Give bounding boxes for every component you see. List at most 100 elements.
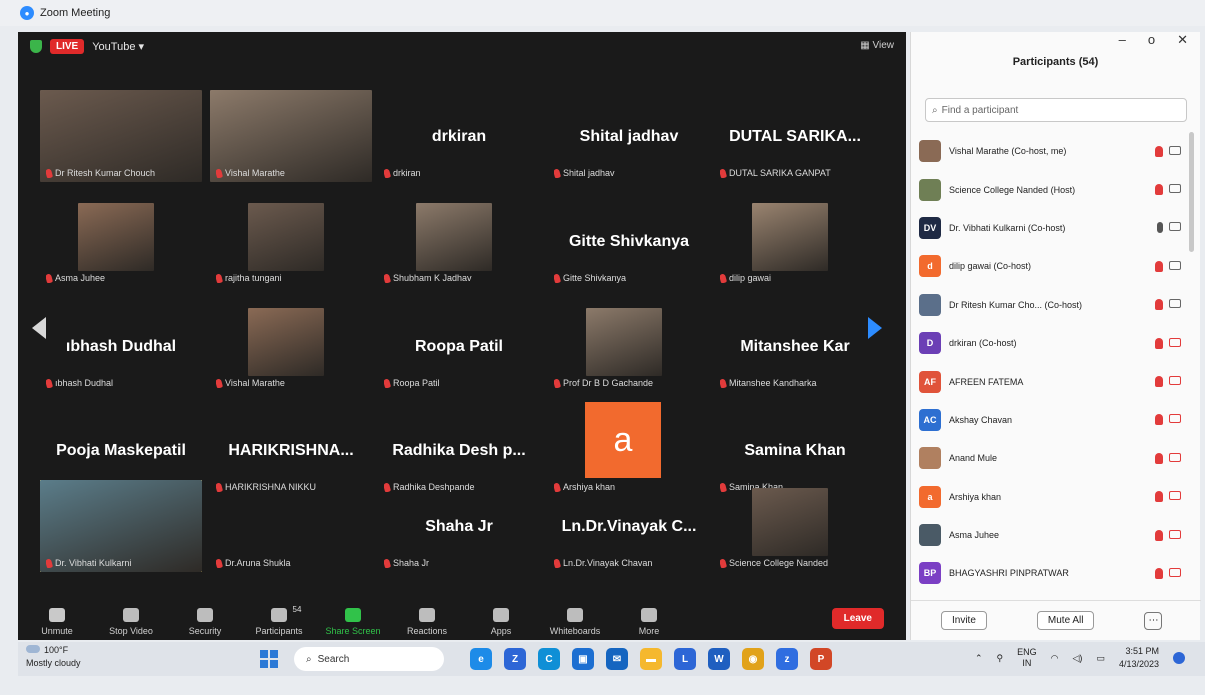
video-tile[interactable]: Science College Nanded (714, 480, 876, 572)
live-badge[interactable]: LIVE (50, 38, 85, 54)
participant-row[interactable]: Ddrkiran (Co-host) (919, 324, 1181, 362)
chrome-icon[interactable]: ◉ (742, 648, 764, 670)
participant-row[interactable]: d dilip gawai (Co-host) (919, 247, 1181, 285)
video-tile[interactable]: Dr Ritesh Kumar Chouch (40, 90, 202, 182)
participant-video (248, 308, 324, 376)
mic-off-icon (49, 608, 65, 622)
notification-icon[interactable] (1173, 652, 1185, 664)
reactions-button[interactable]: Reactions (394, 608, 460, 636)
camera-on-icon (1169, 222, 1181, 232)
participant-status-icons (1141, 414, 1181, 426)
invite-button[interactable]: Invite (941, 611, 987, 630)
video-tile[interactable]: Shubham K Jadhav (378, 195, 540, 287)
video-tile[interactable]: Gitte Shivkanya Gitte Shivkanya (548, 195, 710, 287)
mail-icon[interactable]: ✉ (606, 648, 628, 670)
participant-row[interactable]: Asma Juhee (919, 516, 1181, 554)
wifi-icon[interactable]: ◠ (1051, 653, 1059, 664)
participant-row[interactable]: Dr Ritesh Kumar Cho... (Co-host) (919, 286, 1181, 324)
word-icon[interactable]: W (708, 648, 730, 670)
participant-list-scrollbar[interactable] (1189, 132, 1194, 252)
view-button[interactable]: ▦ View (860, 40, 894, 51)
video-tile[interactable]: Vishal Marathe (210, 300, 372, 392)
tile-display-name: Pooja Maskepatil (56, 442, 186, 459)
zoom-meeting-taskbar-icon[interactable]: z (776, 648, 798, 670)
chevron-up-icon[interactable]: ⌃ (975, 653, 983, 664)
video-tile[interactable]: Asma Juhee (40, 195, 202, 287)
participant-row[interactable]: AF AFREEN FATEMA (919, 362, 1181, 400)
more-button[interactable]: More (616, 608, 682, 636)
leave-button[interactable]: Leave (831, 608, 884, 629)
participant-row[interactable]: Vishal Marathe (Co-host, me) (919, 132, 1181, 170)
learning-app-icon[interactable]: L (674, 648, 696, 670)
tile-name-tag: Prof Dr B D Gachande (554, 378, 653, 388)
toolbar-label: Participants (255, 626, 303, 636)
video-icon (123, 608, 139, 622)
muted-mic-icon (46, 273, 54, 283)
video-tile[interactable]: Vishal Marathe (210, 90, 372, 182)
share-screen-button[interactable]: Share Screen (320, 608, 386, 636)
video-tile[interactable]: Dr.Aruna Shukla (210, 480, 372, 572)
participant-status-icons (1141, 260, 1181, 272)
stop-video-button[interactable]: Stop Video (98, 608, 164, 636)
whiteboards-button[interactable]: Whiteboards (542, 608, 608, 636)
more-options-icon[interactable]: ⋯ (1144, 611, 1163, 630)
previous-page-arrow-icon[interactable] (32, 317, 46, 339)
video-tile[interactable]: Shaha Jr Shaha Jr (378, 480, 540, 572)
youtube-stream-dropdown[interactable]: YouTube ▾ (92, 40, 144, 53)
toolbar-label: Reactions (406, 626, 448, 636)
edge-browser-icon[interactable]: e (470, 648, 492, 670)
apps-icon (493, 608, 509, 622)
video-tile[interactable]: Roopa Patil Roopa Patil (378, 300, 540, 392)
edge-dev-icon[interactable]: C (538, 648, 560, 670)
maximize-icon[interactable]: o (1148, 32, 1155, 48)
tile-name-tag: Roopa Patil (384, 378, 440, 388)
video-tile[interactable]: Ln.Dr.Vinayak C... Ln.Dr.Vinayak Chavan (548, 480, 710, 572)
participant-avatar: BP (919, 562, 941, 585)
video-tile[interactable]: Prof Dr B D Gachande (548, 300, 710, 392)
participant-row[interactable]: a Arshiya khan (919, 478, 1181, 516)
video-tile[interactable]: DUTAL SARIKA... DUTAL SARIKA GANPAT (714, 90, 876, 182)
taskbar-search-box[interactable]: ⌕ Search (294, 647, 444, 671)
participant-row[interactable]: Anand Mule (919, 439, 1181, 477)
video-tile[interactable]: Dr. Vibhati Kulkarni (40, 480, 202, 572)
participant-row[interactable]: Science College Nanded (Host) (919, 170, 1181, 208)
video-tile[interactable]: drkiran drkiran (378, 90, 540, 182)
participant-row[interactable]: BP BHAGYASHRI PINPRATWAR (919, 554, 1181, 592)
mic-muted-icon (1155, 260, 1163, 272)
powerpoint-icon[interactable]: P (810, 648, 832, 670)
encryption-shield-icon[interactable] (30, 39, 42, 53)
tile-display-name: Roopa Patil (414, 338, 503, 355)
apps-button[interactable]: Apps (468, 608, 534, 636)
volume-icon[interactable]: ◁) (1073, 653, 1083, 664)
weather-widget[interactable]: 100°F Mostly cloudy (26, 644, 81, 670)
video-tile[interactable]: rajitha tungani (210, 195, 372, 287)
participant-search-input[interactable]: ⌕ Find a participant (925, 98, 1187, 122)
video-tile[interactable]: ıbhash Dudhal ıbhash Dudhal (40, 300, 202, 392)
participant-video (752, 203, 828, 271)
unmute-button[interactable]: Unmute (24, 608, 90, 636)
security-button[interactable]: Security (172, 608, 238, 636)
video-tile[interactable]: dilip gawai (714, 195, 876, 287)
close-icon[interactable]: ✕ (1177, 32, 1188, 48)
onedrive-icon[interactable]: ⚲ (997, 653, 1004, 664)
mute-all-button[interactable]: Mute All (1036, 611, 1095, 630)
search-icon: ⌕ (932, 104, 938, 116)
participant-name: BHAGYASHRI PINPRATWAR (949, 568, 1069, 579)
video-tile[interactable]: Mitanshee Kar Mitanshee Kandharka (714, 300, 876, 392)
participant-row[interactable]: AC Akshay Chavan (919, 401, 1181, 439)
language-indicator[interactable]: ENG IN (1017, 647, 1037, 669)
tile-display-name: Shital jadhav (579, 128, 679, 145)
participants-button[interactable]: 54 Participants (246, 605, 312, 636)
store-icon[interactable]: ▣ (572, 648, 594, 670)
participant-row[interactable]: DV Dr. Vibhati Kulkarni (Co-host) (919, 209, 1181, 247)
file-explorer-icon[interactable]: ▬ (640, 648, 662, 670)
participant-video (78, 203, 154, 271)
camera-off-icon (1169, 376, 1181, 386)
zoom-app-icon[interactable]: Z (504, 648, 526, 670)
next-page-arrow-icon[interactable] (868, 317, 882, 339)
taskbar-clock[interactable]: 3:51 PM 4/13/2023 (1119, 645, 1159, 671)
minimize-icon[interactable]: – (1119, 32, 1126, 48)
windows-start-icon[interactable] (260, 650, 278, 668)
video-tile[interactable]: Shital jadhav Shital jadhav (548, 90, 710, 182)
battery-icon[interactable]: ▭ (1096, 653, 1105, 664)
